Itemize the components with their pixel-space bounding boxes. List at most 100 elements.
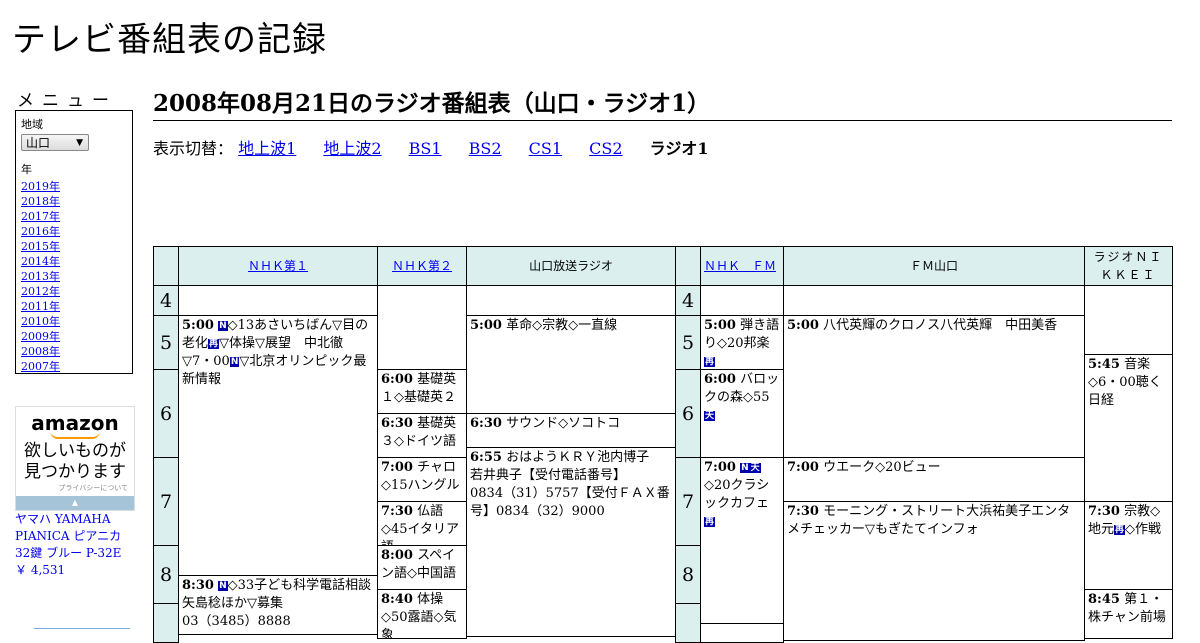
- program-cell[interactable]: 5:00 弾き語り◇20邦楽再: [700, 315, 784, 370]
- hour-cell: 4: [675, 285, 701, 316]
- rebroadcast-icon: 再: [1114, 525, 1126, 535]
- program-cell[interactable]: 8:30 N◇33子ども科学電話相談 矢島稔ほか▽募集 03（3485）8888: [178, 575, 378, 635]
- program-cell[interactable]: 8:45 第１・株チャン前場: [1084, 589, 1173, 639]
- program-cell[interactable]: 6:30 サウンド◇ソコトコ: [466, 413, 676, 448]
- weather-icon: 天: [704, 411, 716, 421]
- year-link-2017[interactable]: 2017年: [21, 209, 127, 224]
- program-cell[interactable]: 5:00 革命◇宗教◇一直線: [466, 315, 676, 414]
- year-link-2016[interactable]: 2016年: [21, 224, 127, 239]
- ad-product-link[interactable]: ヤマハ YAMAHA PIANICA ピアニカ 32鍵 ブルー P-32E ￥ …: [15, 511, 140, 579]
- switch-link-cs2[interactable]: CS2: [589, 139, 622, 158]
- program-cell[interactable]: 6:00 基礎英１◇基礎英２: [377, 369, 467, 414]
- program-time: 7:00: [704, 460, 736, 475]
- year-link-2018[interactable]: 2018年: [21, 194, 127, 209]
- program-cell[interactable]: 8:00 スペイン語◇中国語: [377, 545, 467, 590]
- program-cell[interactable]: 7:30 宗教◇地元再◇作戦: [1084, 501, 1173, 590]
- program-cell[interactable]: 7:00 N 天 ◇20クラシックカフェ再: [700, 457, 784, 624]
- hour-cell: 8: [153, 545, 179, 604]
- hour-cell: 5: [675, 315, 701, 370]
- amazon-ad-banner[interactable]: amazon 欲しいものが 見つかります プライバシーについて ▲: [15, 406, 135, 511]
- program-cell[interactable]: 7:00 チャロ◇15ハングル: [377, 457, 467, 502]
- program-cell[interactable]: 7:00 ウエーク◇20ビュー: [783, 457, 1085, 502]
- hour-cell: 7: [153, 457, 179, 546]
- program-time: 6:00: [704, 372, 736, 387]
- channel-header-kry: 山口放送ラジオ: [466, 246, 676, 286]
- empty-slot: [783, 285, 1085, 316]
- year-link-2009[interactable]: 2009年: [21, 329, 127, 344]
- rebroadcast-icon: 再: [704, 517, 716, 527]
- rebroadcast-icon: 再: [208, 339, 220, 349]
- year-link-2012[interactable]: 2012年: [21, 284, 127, 299]
- program-cell[interactable]: 6:00 バロックの森◇55天: [700, 369, 784, 458]
- display-switcher: 表示切替： 地上波1 地上波2 BS1 BS2 CS1 CS2 ラジオ1: [153, 135, 708, 159]
- hour-cell: [153, 603, 179, 643]
- program-cell[interactable]: 6:55 おはようＫＲＹ池内博子 若井典子【受付電話番号】 0834（31）575…: [466, 447, 676, 637]
- program-time: 8:30: [182, 578, 214, 593]
- channel-link-nhk1[interactable]: ＮＨＫ第１: [248, 257, 308, 275]
- program-title: 八代英輝のクロノス八代英輝 中田美香: [823, 318, 1058, 333]
- channel-header-nhk1[interactable]: ＮＨＫ第１: [178, 246, 378, 286]
- page-title: 2008年08月21日のラジオ番組表（山口・ラジオ1）: [153, 84, 1172, 121]
- switch-link-bs1[interactable]: BS1: [409, 139, 442, 158]
- menu-panel: 地域 山口 ▼ 年 2019年 2018年 2017年 2016年 2015年 …: [15, 110, 133, 374]
- switch-link-terrestrial2[interactable]: 地上波2: [323, 139, 381, 158]
- program-time: 5:00: [787, 318, 819, 333]
- switch-link-terrestrial1[interactable]: 地上波1: [238, 139, 296, 158]
- year-link-2015[interactable]: 2015年: [21, 239, 127, 254]
- amazon-logo: amazon: [31, 411, 119, 435]
- region-select[interactable]: 山口 ▼: [21, 134, 89, 151]
- ad-message-2: 見つかります: [24, 462, 126, 482]
- program-cell[interactable]: 5:00 N◇13あさいちばん▽目の老化再▽体操▽展望 中北徹▽7・00N▽北京…: [178, 315, 378, 576]
- ad-message-1: 欲しいものが: [24, 441, 126, 461]
- program-time: 7:30: [787, 504, 819, 519]
- program-time: 8:45: [1088, 592, 1120, 607]
- year-link-2013[interactable]: 2013年: [21, 269, 127, 284]
- program-title: 革命◇宗教◇一直線: [506, 318, 618, 333]
- hour-cell: 8: [675, 545, 701, 604]
- year-link-2010[interactable]: 2010年: [21, 314, 127, 329]
- ad-product-name: ヤマハ YAMAHA PIANICA ピアニカ 32鍵 ブルー P-32E: [15, 512, 122, 560]
- program-time: 5:45: [1088, 357, 1120, 372]
- program-cell[interactable]: 7:30 モーニング・ストリート大浜祐美子エンタメチェッカー▽もぎたてインフォ: [783, 501, 1085, 641]
- ad-privacy-link[interactable]: プライバシーについて: [16, 483, 134, 493]
- year-link-2014[interactable]: 2014年: [21, 254, 127, 269]
- switch-label: 表示切替：: [153, 139, 234, 158]
- channel-link-nhkfm[interactable]: ＮＨＫ ＦＭ: [704, 257, 776, 275]
- hour-cell: 5: [153, 315, 179, 370]
- program-time: 6:30: [381, 416, 413, 431]
- year-list: 2019年 2018年 2017年 2016年 2015年 2014年 2013…: [21, 179, 127, 374]
- program-title-2: 03（3485）8888: [182, 614, 291, 629]
- program-cell[interactable]: 5:45 音楽◇6・00聴く日経: [1084, 354, 1173, 502]
- chevron-down-icon: ▼: [76, 138, 83, 148]
- ad-product-price: ￥ 4,531: [15, 563, 66, 577]
- ad-collapse-icon[interactable]: ▲: [16, 496, 134, 510]
- program-time: 6:30: [470, 416, 502, 431]
- program-cell[interactable]: 5:00 八代英輝のクロノス八代英輝 中田美香: [783, 315, 1085, 458]
- empty-slot: [466, 285, 676, 316]
- program-time: 7:30: [381, 504, 413, 519]
- switch-link-cs1[interactable]: CS1: [529, 139, 562, 158]
- program-time: 5:00: [470, 318, 502, 333]
- switch-link-bs2[interactable]: BS2: [469, 139, 502, 158]
- channel-header-nhkfm[interactable]: ＮＨＫ ＦＭ: [700, 246, 784, 286]
- program-cell[interactable]: [700, 623, 784, 643]
- program-time: 7:30: [1088, 504, 1120, 519]
- program-time: 7:00: [787, 460, 819, 475]
- site-title: テレビ番組表の記録: [12, 20, 327, 60]
- empty-slot: [1084, 285, 1173, 355]
- channel-header-nhk2[interactable]: ＮＨＫ第２: [377, 246, 467, 286]
- year-label: 年: [21, 163, 32, 176]
- year-link-2008[interactable]: 2008年: [21, 344, 127, 359]
- year-link-2007[interactable]: 2007年: [21, 359, 127, 374]
- news-icon: N: [218, 581, 228, 591]
- program-cell[interactable]: 8:40 体操◇50露語◇気象: [377, 589, 467, 639]
- channel-header-nikkei: ラジオＮＩＫＫＥＩ: [1084, 246, 1173, 286]
- channel-link-nhk2[interactable]: ＮＨＫ第２: [392, 257, 452, 275]
- schedule-grid: ＮＨＫ第１ ＮＨＫ第２ 山口放送ラジオ ＮＨＫ ＦＭ ＦＭ山口 ラジオＮＩＫＫＥ…: [153, 246, 1173, 643]
- program-title-2: ◇作戦: [1125, 522, 1162, 537]
- year-link-2019[interactable]: 2019年: [21, 179, 127, 194]
- program-time: 7:00: [381, 460, 413, 475]
- program-cell[interactable]: 7:30 仏語◇45イタリア語: [377, 501, 467, 546]
- program-cell[interactable]: 6:30 基礎英３◇ドイツ語: [377, 413, 467, 458]
- year-link-2011[interactable]: 2011年: [21, 299, 127, 314]
